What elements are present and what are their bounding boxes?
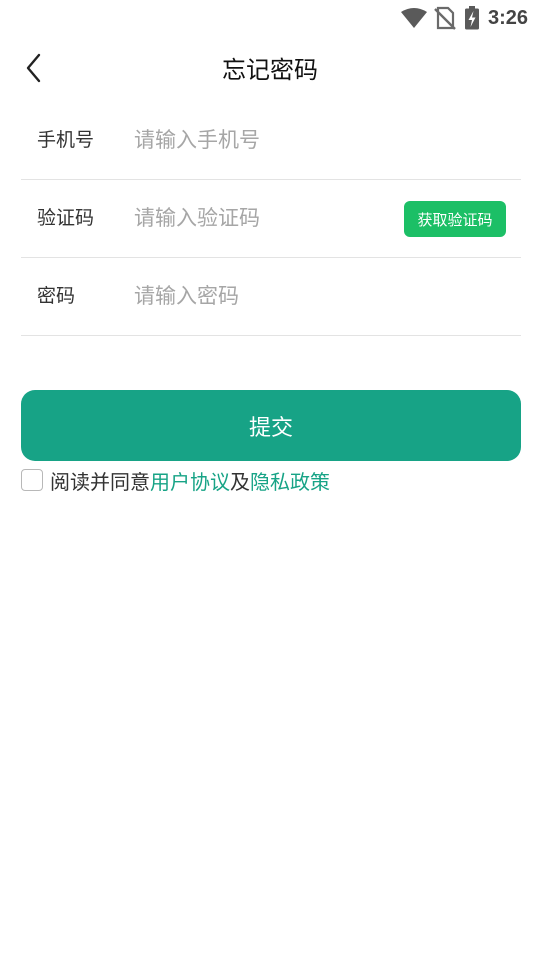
agreement-row: 阅读并同意 用户协议 及 隐私政策	[21, 466, 330, 495]
user-agreement-link[interactable]: 用户协议	[150, 466, 230, 495]
password-row: 密码	[21, 258, 521, 336]
code-label: 验证码	[37, 207, 95, 229]
get-code-button[interactable]: 获取验证码	[404, 201, 506, 237]
wifi-icon	[400, 7, 428, 29]
submit-button[interactable]: 提交	[21, 390, 521, 461]
battery-charging-icon	[464, 6, 480, 30]
phone-row: 手机号	[21, 102, 521, 180]
page-title: 忘记密码	[222, 56, 318, 84]
status-icons: 3:26	[400, 5, 528, 31]
status-time: 3:26	[487, 7, 528, 29]
agreement-and: 及	[230, 469, 250, 494]
privacy-policy-link[interactable]: 隐私政策	[250, 466, 330, 495]
password-input[interactable]	[134, 276, 394, 316]
password-label: 密码	[37, 285, 76, 307]
phone-label: 手机号	[37, 129, 95, 151]
no-sim-icon	[434, 6, 456, 30]
agree-checkbox[interactable]	[21, 469, 43, 491]
code-row: 验证码 获取验证码	[21, 180, 521, 258]
reset-password-form: 手机号 验证码 获取验证码 密码	[21, 102, 521, 336]
status-bar: 3:26	[0, 0, 540, 36]
code-input[interactable]	[134, 198, 364, 238]
header: 忘记密码	[0, 36, 540, 104]
phone-input[interactable]	[134, 120, 394, 160]
agreement-prefix: 阅读并同意	[50, 469, 150, 494]
